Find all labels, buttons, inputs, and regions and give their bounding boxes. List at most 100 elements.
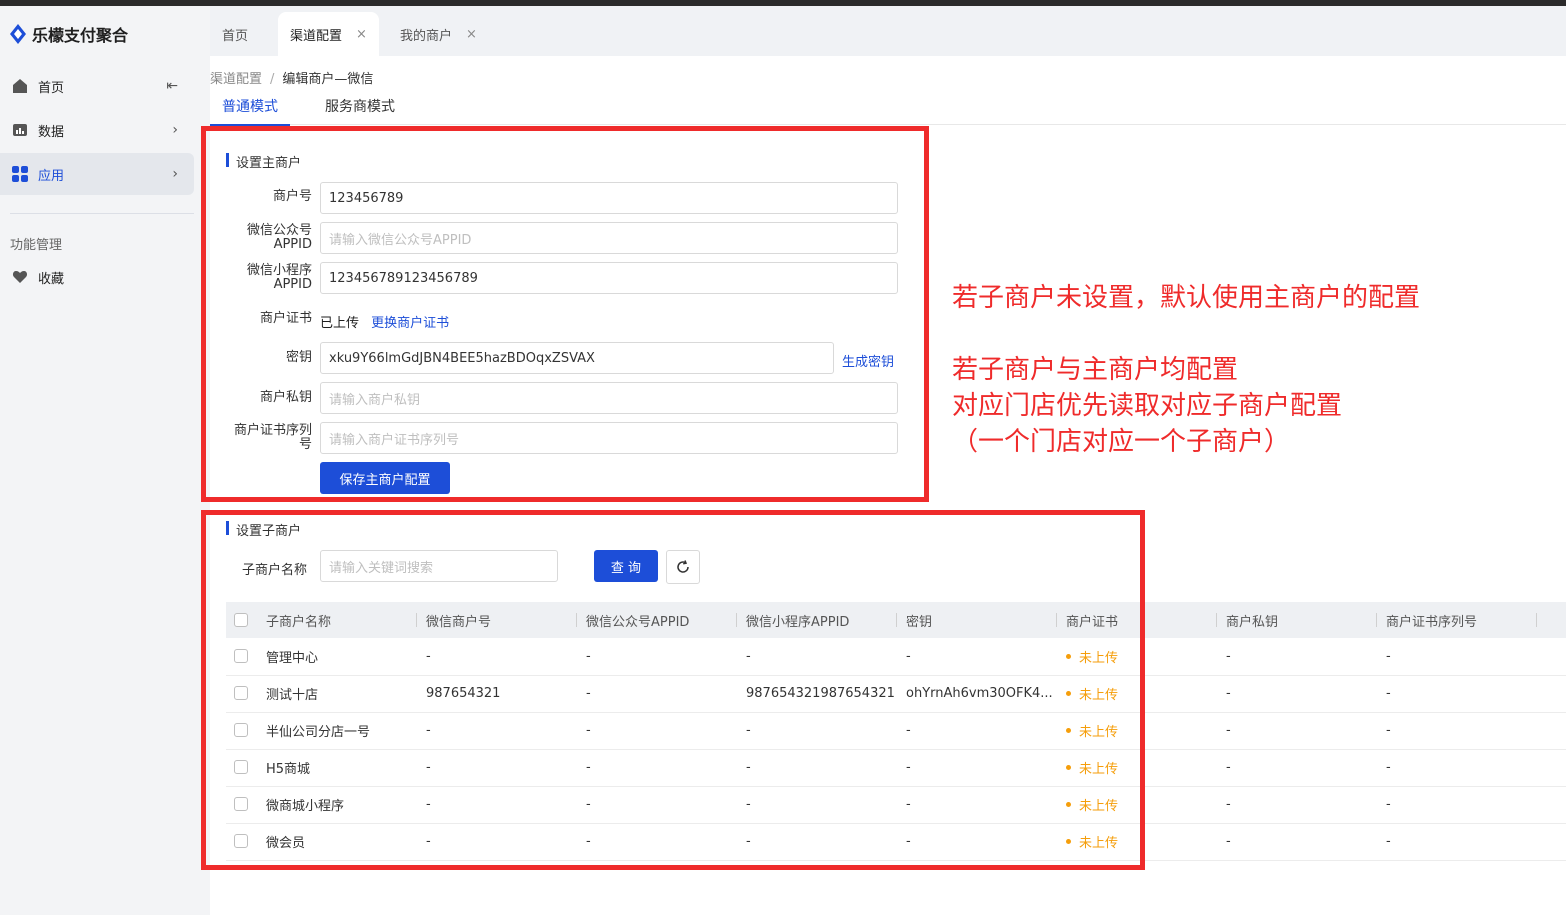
sub-merchant-table-header: 子商户名称 微信商户号 微信公众号APPID 微信小程序APPID 密钥 商户证… [226,602,1566,638]
table-row[interactable]: H5商城 - - - - 未上传 - - [226,749,1566,787]
cell-mch-no: - [426,760,431,775]
cell-private-key: - [1226,649,1231,664]
refresh-icon [677,560,689,573]
cell-oa-appid: - [586,834,591,849]
chart-icon [12,122,28,138]
mp-appid-input[interactable]: 123456789123456789 [320,262,898,294]
row-checkbox[interactable] [234,760,248,774]
row-checkbox[interactable] [234,723,248,737]
merchant-no-label: 商户号 [272,189,312,204]
cell-mp-appid: - [746,834,751,849]
secret-input[interactable]: xku9Y66lmGdJBN4BEE5hazBDOqxZSVAX [320,342,834,374]
sub-merchant-section-title: 设置子商户 [226,520,301,539]
select-all-checkbox[interactable] [234,613,248,627]
cert-status: 已上传 [320,316,360,331]
cert-serial-label: 商户证书序列 号 [216,424,312,452]
column-divider [1216,613,1217,627]
column-header: 微信小程序APPID [746,614,850,630]
row-checkbox[interactable] [234,834,248,848]
cell-oa-appid: - [586,686,591,701]
column-divider [736,613,737,627]
status-dot [1066,765,1071,770]
cert-status-text: 未上传 [1079,762,1119,777]
sidebar-item-label: 首页 [38,80,65,96]
private-key-input[interactable]: 请输入商户私钥 [320,382,898,414]
sidebar-item-apps[interactable]: 应用 › [0,153,194,195]
cell-secret: ohYrnAh6vm30OFK4... [906,686,1053,701]
cert-status-text: 未上传 [1079,799,1119,814]
cert-status-text: 未上传 [1079,836,1119,851]
app-name: 乐檬支付聚合 [32,26,129,45]
cell-mp-appid: 987654321987654321 [746,686,895,701]
refresh-button[interactable] [666,550,700,584]
cell-mp-appid: - [746,760,751,775]
sidebar-item-data[interactable]: 数据 › [0,109,194,151]
app-logo[interactable]: 乐檬支付聚合 [10,22,128,46]
cell-mch-no: - [426,797,431,812]
logo-icon [10,24,26,44]
cell-name: 管理中心 [266,651,319,666]
cell-mch-no: - [426,834,431,849]
tab-channel-config[interactable]: 渠道配置 × [278,12,379,56]
sidebar-item-label: 收藏 [38,271,65,287]
tab-normal-mode[interactable]: 普通模式 [210,96,290,126]
cell-serial: - [1386,760,1391,775]
table-row[interactable]: 半仙公司分店一号 - - - - 未上传 - - [226,712,1566,750]
cell-name: 测试十店 [266,688,319,703]
column-divider [576,613,577,627]
cell-cert-status: 未上传 [1066,749,1118,786]
sub-merchant-search-input[interactable]: 请输入关键词搜索 [320,550,558,582]
cell-secret: - [906,723,911,738]
mode-tabs: 普通模式 服务商模式 [210,90,1566,126]
apps-icon [12,166,28,182]
cell-name: 半仙公司分店一号 [266,725,371,740]
annotation-note: 若子商户未设置，默认使用主商户的配置 [952,283,1421,313]
cell-serial: - [1386,834,1391,849]
cell-cert-status: 未上传 [1066,675,1118,712]
generate-secret-link[interactable]: 生成密钥 [842,351,894,370]
change-cert-link[interactable]: 更换商户证书 [371,316,449,331]
sidebar-item-favorites[interactable]: 收藏 [0,256,194,298]
close-icon[interactable]: × [356,27,367,42]
save-main-merchant-button[interactable]: 保存主商户配置 [320,462,450,494]
sidebar-item-home[interactable]: 首页 ⇤ [0,65,194,107]
collapse-sidebar-icon[interactable]: ⇤ [166,78,178,94]
cell-oa-appid: - [586,649,591,664]
cert-status-text: 未上传 [1079,651,1119,666]
main-merchant-section-title: 设置主商户 [226,152,301,171]
row-checkbox[interactable] [234,649,248,663]
cell-mch-no: - [426,723,431,738]
annotation-note: 若子商户与主商户均配置 [952,355,1239,385]
sidebar-section-label: 功能管理 [10,238,63,253]
secret-label: 密钥 [285,350,312,365]
cell-mp-appid: - [746,797,751,812]
row-checkbox[interactable] [234,797,248,811]
annotation-note: 对应门店优先读取对应子商户配置 [952,391,1343,421]
sidebar-divider [10,213,194,214]
tab-my-merchants[interactable]: 我的商户 × [388,12,489,56]
cert-label: 商户证书 [259,311,312,326]
cell-name: 微会员 [266,836,306,851]
cell-private-key: - [1226,686,1231,701]
oa-appid-input[interactable]: 请输入微信公众号APPID [320,222,898,254]
cell-secret: - [906,649,911,664]
column-divider [1536,613,1537,627]
table-row[interactable]: 测试十店 987654321 - 987654321987654321 ohYr… [226,675,1566,713]
breadcrumb-parent[interactable]: 渠道配置 [210,72,262,87]
merchant-no-input[interactable]: 123456789 [320,182,898,214]
table-row[interactable]: 微会员 - - - - 未上传 - - [226,823,1566,861]
chevron-right-icon: › [172,122,178,138]
close-icon[interactable]: × [466,27,477,42]
tab-home[interactable]: 首页 [210,12,260,56]
tab-service-provider-mode[interactable]: 服务商模式 [325,96,395,124]
row-checkbox[interactable] [234,686,248,700]
cell-cert-status: 未上传 [1066,638,1118,675]
table-row[interactable]: 管理中心 - - - - 未上传 - - [226,638,1566,676]
sidebar-item-label: 应用 [38,168,65,184]
query-button[interactable]: 查 询 [594,550,658,582]
table-row[interactable]: 微商城小程序 - - - - 未上传 - - [226,786,1566,824]
cert-serial-input[interactable]: 请输入商户证书序列号 [320,422,898,454]
column-header: 微信公众号APPID [586,614,690,630]
tab-label: 我的商户 [400,28,453,44]
sidebar: 乐檬支付聚合 首页 ⇤ 数据 › 应用 › 功能管理 收藏 [0,6,210,915]
